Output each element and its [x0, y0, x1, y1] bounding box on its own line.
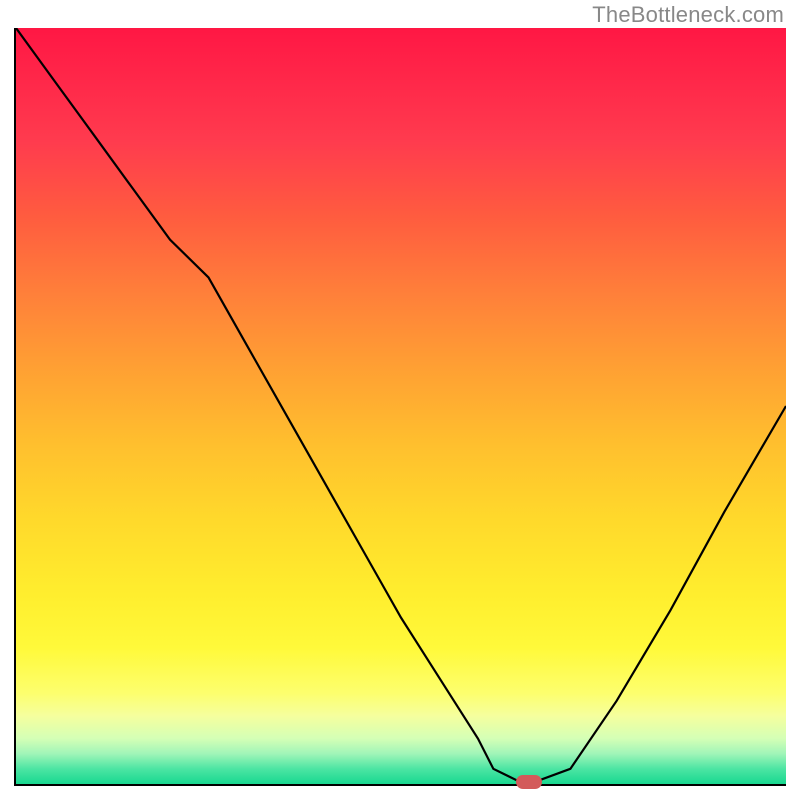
optimal-point-marker	[516, 775, 542, 789]
watermark-text: TheBottleneck.com	[592, 2, 784, 28]
chart-curve	[16, 28, 786, 784]
plot-area	[14, 28, 786, 786]
